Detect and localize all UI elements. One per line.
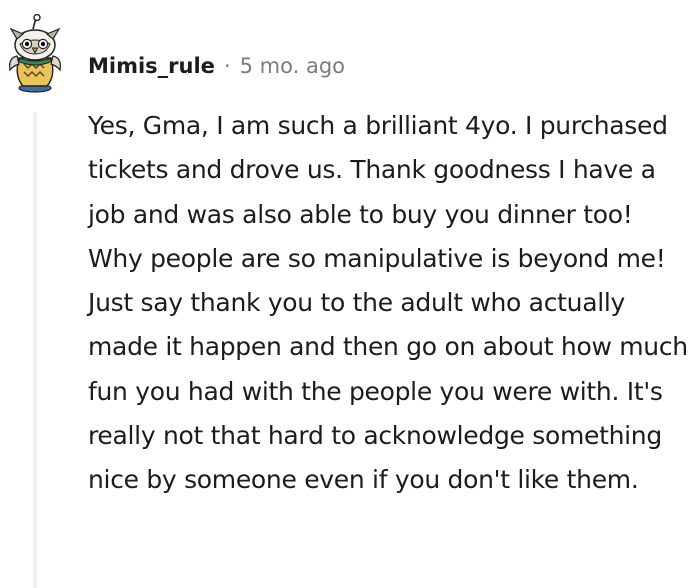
comment-timestamp[interactable]: 5 mo. ago xyxy=(240,54,345,78)
username-link[interactable]: Mimis_rule xyxy=(88,54,215,78)
thread-collapse-line[interactable] xyxy=(33,112,37,588)
comment: Mimis_rule · 5 mo. ago Yes, Gma, I am su… xyxy=(0,0,700,588)
comment-header: Mimis_rule · 5 mo. ago xyxy=(88,50,345,82)
separator-dot: · xyxy=(223,54,231,78)
owl-snoo-avatar-icon xyxy=(9,13,61,93)
user-avatar[interactable] xyxy=(6,13,68,98)
comment-body: Yes, Gma, I am such a brilliant 4yo. I p… xyxy=(88,111,688,495)
